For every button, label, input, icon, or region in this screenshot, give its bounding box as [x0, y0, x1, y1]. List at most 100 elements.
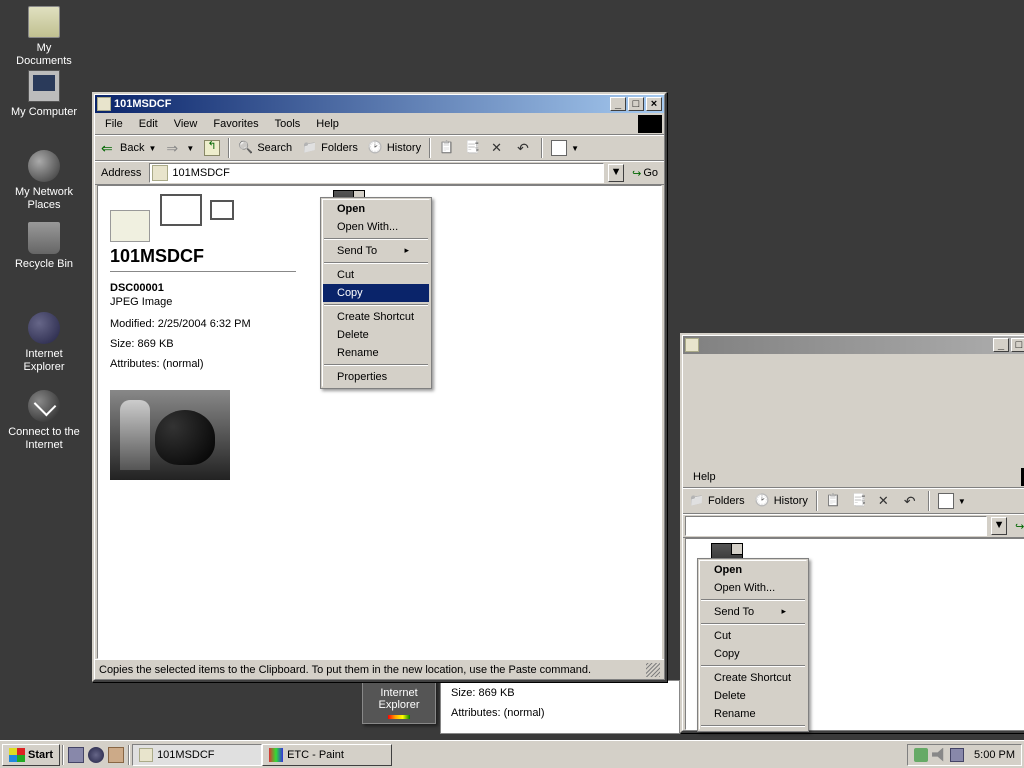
desktop-icon-connect-internet[interactable]: Connect to the Internet	[8, 390, 80, 452]
ctx-copy[interactable]: Copy	[323, 284, 429, 302]
history-button[interactable]: History	[751, 491, 812, 511]
context-menu-primary: Open Open With... Send To Cut Copy Creat…	[320, 197, 432, 389]
minimize-button[interactable]: _	[610, 97, 626, 111]
folder-icon	[152, 165, 168, 181]
folder-graphic	[110, 194, 296, 242]
back-button[interactable]: Back▼	[97, 138, 160, 158]
copy-to-icon	[465, 140, 481, 156]
search-icon	[238, 140, 254, 156]
menu-edit[interactable]: Edit	[131, 116, 166, 132]
history-button[interactable]: History	[364, 138, 425, 158]
folder-icon	[28, 6, 60, 38]
titlebar-secondary[interactable]: _ □ ×	[683, 336, 1024, 354]
addressbar-secondary: ▼ Go	[683, 514, 1024, 538]
file-attributes: Attributes: (normal)	[110, 358, 296, 370]
resize-grip[interactable]	[646, 663, 660, 677]
delete-button[interactable]	[487, 138, 511, 158]
minimize-button[interactable]: _	[993, 338, 1009, 352]
folders-button[interactable]: Folders	[298, 138, 362, 158]
folders-icon	[689, 493, 705, 509]
views-button[interactable]: ▼	[547, 138, 583, 158]
close-button[interactable]: ×	[646, 97, 662, 111]
details-pane: 101MSDCF DSC00001 JPEG Image Modified: 2…	[98, 186, 308, 658]
ctx-delete[interactable]: Delete	[700, 687, 806, 705]
ie-icon	[28, 312, 60, 344]
folder-icon	[97, 97, 111, 111]
ctx-rename[interactable]: Rename	[700, 705, 806, 723]
windows-logo-icon	[638, 115, 662, 133]
taskbar-item-etc-paint[interactable]: ETC - Paint	[262, 744, 392, 766]
menu-tools[interactable]: Tools	[267, 116, 309, 132]
taskbar-item-101msdcf[interactable]: 101MSDCF	[132, 744, 262, 766]
quick-launch-ie[interactable]	[86, 745, 106, 765]
up-icon	[204, 140, 220, 156]
undo-icon	[517, 140, 533, 156]
maximize-button[interactable]: □	[1011, 338, 1024, 352]
ctx-properties[interactable]: Properties	[323, 368, 429, 386]
ctx-create-shortcut[interactable]: Create Shortcut	[700, 669, 806, 687]
folder-icon	[685, 338, 699, 352]
ctx-create-shortcut[interactable]: Create Shortcut	[323, 308, 429, 326]
maximize-button[interactable]: □	[628, 97, 644, 111]
copy-to-button[interactable]	[848, 491, 872, 511]
outlook-icon	[108, 747, 124, 763]
paint-icon	[269, 748, 283, 762]
folders-button[interactable]: Folders	[685, 491, 749, 511]
ctx-open[interactable]: Open	[700, 561, 806, 579]
undo-button[interactable]	[513, 138, 537, 158]
address-input[interactable]	[685, 516, 987, 536]
menu-file[interactable]: File	[97, 116, 131, 132]
file-size: Size: 869 KB	[110, 338, 296, 350]
ctx-cut[interactable]: Cut	[700, 627, 806, 645]
delete-button[interactable]	[874, 491, 898, 511]
titlebar[interactable]: 101MSDCF _ □ ×	[95, 95, 664, 113]
desktop-icon-internet-explorer[interactable]: Internet Explorer	[8, 312, 80, 374]
ctx-cut[interactable]: Cut	[323, 266, 429, 284]
quick-launch-desktop[interactable]	[66, 745, 86, 765]
ctx-delete[interactable]: Delete	[323, 326, 429, 344]
volume-icon[interactable]	[932, 748, 946, 762]
clock[interactable]: 5:00 PM	[974, 749, 1015, 761]
menu-favorites[interactable]: Favorites	[205, 116, 266, 132]
file-name: DSC00001	[110, 282, 296, 294]
thumbnail-preview	[110, 390, 230, 480]
ctx-open-with[interactable]: Open With...	[700, 579, 806, 597]
desktop-icon-recycle-bin[interactable]: Recycle Bin	[8, 222, 80, 271]
views-icon	[938, 493, 954, 509]
ctx-open-with[interactable]: Open With...	[323, 218, 429, 236]
address-dropdown[interactable]: ▼	[991, 517, 1007, 535]
delete-icon	[878, 493, 894, 509]
display-icon[interactable]	[950, 748, 964, 762]
ctx-send-to[interactable]: Send To	[700, 603, 806, 621]
menu-help[interactable]: Help	[308, 116, 347, 132]
menu-view[interactable]: View	[166, 116, 206, 132]
start-button[interactable]: Start	[2, 744, 60, 766]
go-button[interactable]: Go	[1011, 518, 1024, 535]
undo-button[interactable]	[900, 491, 924, 511]
desktop-icon-network-places[interactable]: My Network Places	[8, 150, 80, 212]
menu-help[interactable]: Help	[685, 469, 724, 485]
usb-icon[interactable]	[914, 748, 928, 762]
address-dropdown[interactable]: ▼	[608, 164, 624, 182]
ctx-send-to[interactable]: Send To	[323, 242, 429, 260]
ctx-rename[interactable]: Rename	[323, 344, 429, 362]
copy-to-icon	[852, 493, 868, 509]
address-input[interactable]: 101MSDCF	[149, 163, 604, 183]
search-button[interactable]: Search	[234, 138, 296, 158]
info-panel-fragment: Size: 869 KB Attributes: (normal)	[440, 680, 680, 734]
copy-to-button[interactable]	[461, 138, 485, 158]
ie-desktop-label[interactable]: Internet Explorer	[362, 680, 436, 724]
desktop-icon-my-documents[interactable]: My Documents	[8, 6, 80, 68]
connect-icon	[28, 390, 60, 422]
quick-launch-outlook[interactable]	[106, 745, 126, 765]
views-button[interactable]: ▼	[934, 491, 970, 511]
taskbar: Start 101MSDCF ETC - Paint 5:00 PM	[0, 740, 1024, 768]
move-to-button[interactable]	[435, 138, 459, 158]
go-button[interactable]: Go	[628, 165, 662, 182]
up-button[interactable]	[200, 138, 224, 158]
ctx-copy[interactable]: Copy	[700, 645, 806, 663]
ctx-open[interactable]: Open	[323, 200, 429, 218]
desktop-icon-my-computer[interactable]: My Computer	[8, 70, 80, 119]
forward-button[interactable]: ▼	[162, 138, 198, 158]
move-to-button[interactable]	[822, 491, 846, 511]
